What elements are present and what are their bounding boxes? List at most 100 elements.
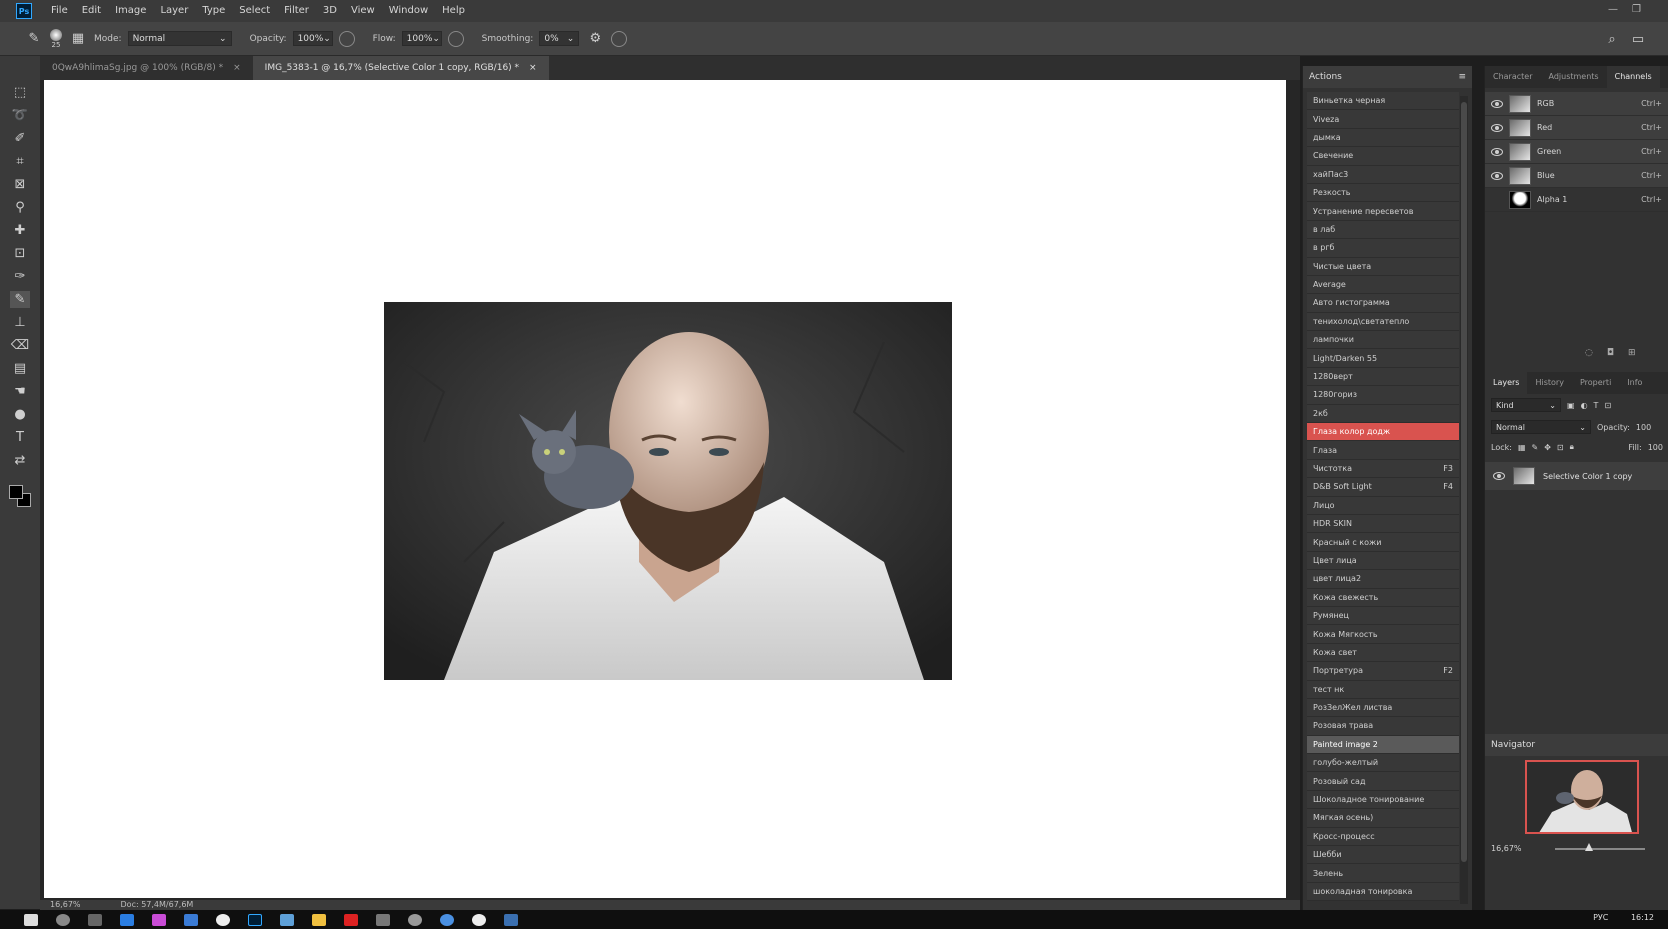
action-item[interactable]: 2кб	[1307, 404, 1459, 424]
workspace-icon[interactable]: ▭	[1628, 31, 1648, 48]
action-item[interactable]: Устранение пересветов	[1307, 202, 1459, 221]
opacity-field[interactable]: 100% ⌄	[292, 31, 333, 46]
flow-field[interactable]: 100% ⌄	[401, 31, 442, 46]
channel-row[interactable]: Alpha 1 Ctrl+	[1485, 188, 1668, 212]
menu-item-help[interactable]: Help	[435, 0, 472, 22]
layer-opacity-value[interactable]: 100	[1636, 423, 1651, 432]
menu-item-filter[interactable]: Filter	[277, 0, 316, 22]
tab-document-2[interactable]: IMG_5383-1 @ 16,7% (Selective Color 1 co…	[252, 56, 549, 80]
menu-item-edit[interactable]: Edit	[75, 0, 108, 22]
action-item[interactable]: Кожа свежесть	[1307, 588, 1459, 607]
zoom-readout[interactable]: 16,67%	[50, 900, 81, 910]
tab-document-1[interactable]: 0QwA9hlimaSg.jpg @ 100% (RGB/8) * ×	[40, 56, 253, 80]
navigator-preview[interactable]	[1525, 760, 1639, 834]
action-item[interactable]: HDR SKIN	[1307, 514, 1459, 534]
color-swatches[interactable]	[7, 483, 33, 511]
action-item[interactable]: Виньетка черная	[1307, 92, 1459, 111]
action-item[interactable]: Резкость	[1307, 183, 1459, 203]
action-item[interactable]: Мягкая осень)	[1307, 809, 1459, 828]
app-icon[interactable]	[408, 913, 422, 926]
channel-row[interactable]: RGB Ctrl+	[1485, 92, 1668, 116]
save-selection-icon[interactable]: ◘	[1607, 348, 1614, 358]
restore-icon[interactable]: ❐	[1632, 4, 1644, 16]
action-item[interactable]: Зелень	[1307, 864, 1459, 883]
smudge-tool-icon[interactable]: ☚	[10, 383, 30, 400]
doc-size-readout[interactable]: Doc: 57,4M/67,6M	[121, 900, 194, 910]
action-item[interactable]: Авто гистограмма	[1307, 294, 1459, 313]
swap-colors-icon[interactable]: ⇄	[10, 452, 30, 469]
search-icon[interactable]: ⌕	[1602, 31, 1622, 48]
app-icon[interactable]	[504, 913, 518, 926]
photoshop-taskbar-icon[interactable]	[248, 913, 262, 926]
clone-stamp-tool-icon[interactable]: ⊥	[10, 314, 30, 331]
brush-panel-icon[interactable]: ▦	[68, 30, 88, 47]
menu-item-file[interactable]: File	[44, 0, 75, 22]
action-item[interactable]: цвет лица2	[1307, 570, 1459, 589]
crop-tool-icon[interactable]: ⌗	[10, 153, 30, 170]
tab-history[interactable]: History	[1527, 372, 1571, 394]
action-item[interactable]: Свечение	[1307, 147, 1459, 166]
mode-select[interactable]: Normal ⌄	[127, 31, 232, 46]
action-item[interactable]: Красный с кожи	[1307, 533, 1459, 552]
menu-item-select[interactable]: Select	[232, 0, 277, 22]
smoothing-field[interactable]: 0% ⌄	[539, 31, 580, 46]
close-icon[interactable]: ×	[233, 56, 241, 80]
menu-item-layer[interactable]: Layer	[153, 0, 195, 22]
action-item[interactable]: Кожа свет	[1307, 643, 1459, 663]
menu-item-image[interactable]: Image	[108, 0, 153, 22]
layer-row[interactable]: Selective Color 1 copy	[1485, 462, 1668, 490]
menu-item-window[interactable]: Window	[382, 0, 435, 22]
actions-scrollbar[interactable]	[1460, 96, 1468, 904]
tab-channels[interactable]: Channels	[1606, 66, 1660, 88]
lock-artboard-icon[interactable]: ⊡	[1557, 443, 1564, 452]
menu-item-view[interactable]: View	[344, 0, 382, 22]
lock-pixels-icon[interactable]: ✎	[1532, 443, 1539, 452]
language-indicator[interactable]: РУС	[1593, 913, 1608, 922]
menu-item-type[interactable]: Type	[195, 0, 232, 22]
minimize-icon[interactable]: —	[1608, 4, 1620, 16]
action-item[interactable]: лампочки	[1307, 331, 1459, 350]
mixer-brush-tool-icon[interactable]: ✑	[10, 268, 30, 285]
action-item[interactable]: D&B Soft Light F4	[1307, 478, 1459, 497]
edge-icon[interactable]	[120, 913, 134, 926]
load-selection-icon[interactable]: ◌	[1585, 348, 1593, 358]
filter-adjustment-icon[interactable]: ◐	[1581, 401, 1588, 410]
action-item[interactable]: Розовая трава	[1307, 717, 1459, 736]
navigator-zoom-slider[interactable]	[1555, 848, 1645, 850]
action-item[interactable]: голубо-желтый	[1307, 754, 1459, 773]
healing-brush-tool-icon[interactable]: ✚	[10, 222, 30, 239]
task-view-icon[interactable]	[88, 913, 102, 926]
action-item[interactable]: 1280гориз	[1307, 386, 1459, 405]
layer-filter-select[interactable]: Kind ⌄	[1491, 398, 1561, 412]
action-item[interactable]: Портретура F2	[1307, 662, 1459, 681]
action-item[interactable]: Шоколадное тонирование	[1307, 790, 1459, 810]
app-icon[interactable]	[184, 913, 198, 926]
pressure-opacity-icon[interactable]	[338, 30, 355, 47]
action-item[interactable]: Лицо	[1307, 496, 1459, 515]
action-item[interactable]: Light/Darken 55	[1307, 349, 1459, 368]
action-item[interactable]: РозЗелЖел листва	[1307, 698, 1459, 718]
action-item[interactable]: Цвет лица	[1307, 551, 1459, 571]
app-icon[interactable]	[216, 913, 230, 926]
visibility-eye-icon[interactable]	[1491, 123, 1503, 132]
navigator-slider-knob[interactable]	[1585, 843, 1593, 851]
foreground-color-swatch[interactable]	[9, 485, 23, 499]
action-item[interactable]: Кожа Мягкость	[1307, 625, 1459, 644]
action-item[interactable]: в лаб	[1307, 220, 1459, 240]
action-item[interactable]: Шебби	[1307, 846, 1459, 865]
filter-type-icon[interactable]: T	[1594, 401, 1599, 410]
actions-panel-title[interactable]: Actions	[1309, 72, 1342, 82]
close-icon[interactable]: ×	[529, 56, 537, 80]
lock-all-icon[interactable]: 🔒︎	[1570, 442, 1574, 452]
marquee-tool-icon[interactable]: ⬚	[10, 84, 30, 101]
file-explorer-icon[interactable]	[312, 913, 326, 926]
brush-tool-preset-icon[interactable]: ✎	[24, 30, 44, 47]
canvas-area[interactable]	[40, 80, 1300, 900]
app-icon[interactable]	[280, 913, 294, 926]
channel-row[interactable]: Red Ctrl+	[1485, 116, 1668, 140]
action-item[interactable]: Румянец	[1307, 606, 1459, 626]
app-icon[interactable]	[440, 913, 454, 926]
visibility-eye-icon[interactable]	[1491, 147, 1503, 156]
document-canvas[interactable]	[44, 80, 1286, 898]
action-item[interactable]: в ргб	[1307, 239, 1459, 258]
